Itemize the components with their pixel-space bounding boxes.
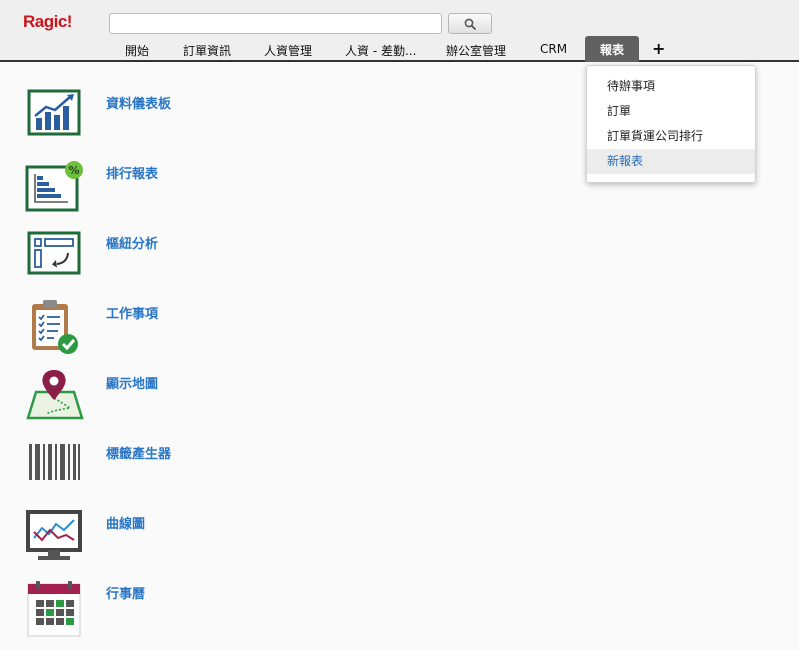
menu-item-todo[interactable]: 待辦事項 [587, 74, 755, 99]
tab-crm[interactable]: CRM [540, 42, 567, 56]
pivot-table-icon [27, 231, 81, 275]
report-type-label[interactable]: 排行報表 [106, 163, 158, 182]
search-icon [464, 18, 476, 30]
report-type-barcode[interactable]: 標籤產生器 [0, 438, 500, 504]
menu-item-order-shipping-ranking[interactable]: 訂單貨運公司排行 [587, 124, 755, 149]
report-type-label[interactable]: 曲線圖 [106, 513, 145, 532]
report-type-label[interactable]: 樞紐分析 [106, 233, 158, 252]
barcode-icon [29, 444, 80, 480]
report-type-line-chart[interactable]: 曲線圖 [0, 508, 500, 574]
menu-item-new-report[interactable]: 新報表 [587, 149, 755, 174]
svg-text:%: % [68, 164, 79, 177]
report-type-pivot[interactable]: 樞紐分析 [0, 228, 500, 294]
tab-start[interactable]: 開始 [125, 42, 149, 59]
report-type-label[interactable]: 標籤產生器 [106, 443, 171, 462]
report-type-label[interactable]: 資料儀表板 [106, 93, 171, 112]
tab-hr-management[interactable]: 人資管理 [264, 42, 312, 59]
reports-dropdown-menu: 待辦事項 訂單 訂單貨運公司排行 新報表 [586, 65, 756, 183]
report-type-label[interactable]: 行事曆 [106, 583, 145, 602]
line-chart-monitor-icon [26, 510, 82, 560]
ranking-report-icon: % [25, 161, 83, 212]
top-bar: Ragic! 開始 訂單資訊 人資管理 人資 - 差勤... 辦公室管理 CRM… [0, 0, 799, 62]
tab-hr-attendance[interactable]: 人資 - 差勤... [345, 42, 416, 59]
report-type-dashboard[interactable]: 資料儀表板 [0, 88, 500, 154]
tab-office-management[interactable]: 辦公室管理 [446, 42, 506, 59]
search-button[interactable] [448, 13, 492, 34]
tab-order-info[interactable]: 訂單資訊 [183, 42, 231, 59]
report-type-label[interactable]: 顯示地圖 [106, 373, 158, 392]
report-type-label[interactable]: 工作事項 [106, 303, 158, 322]
report-type-ranking[interactable]: % 排行報表 [0, 158, 500, 224]
add-tab-button[interactable]: + [652, 39, 665, 58]
ragic-logo[interactable]: Ragic! [23, 12, 72, 32]
search-input[interactable] [109, 13, 442, 34]
map-pin-icon [26, 370, 84, 420]
report-type-calendar[interactable]: 行事曆 [0, 578, 500, 644]
calendar-icon [27, 581, 81, 637]
clipboard-checklist-icon [32, 300, 78, 354]
report-type-tasks[interactable]: 工作事項 [0, 298, 500, 364]
report-type-map[interactable]: 顯示地圖 [0, 368, 500, 434]
tab-reports[interactable]: 報表 [585, 36, 639, 62]
dashboard-icon [27, 89, 81, 136]
tab-bar: 開始 訂單資訊 人資管理 人資 - 差勤... 辦公室管理 CRM 報表 + [0, 36, 799, 62]
menu-item-orders[interactable]: 訂單 [587, 99, 755, 124]
